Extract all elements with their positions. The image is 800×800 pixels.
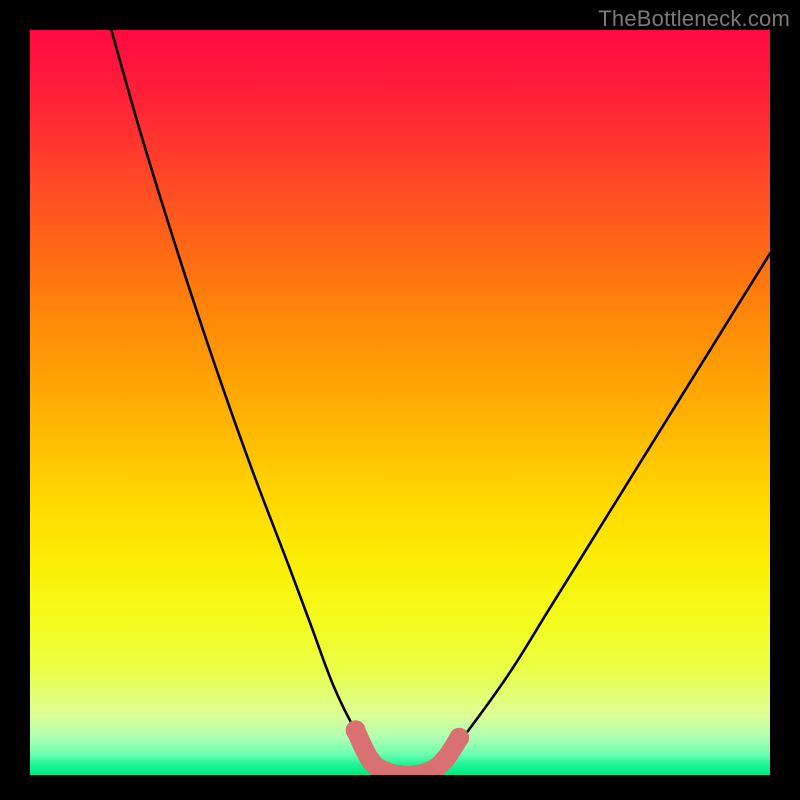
watermark-text: TheBottleneck.com <box>598 6 790 32</box>
optimal-zone-dot <box>434 750 454 770</box>
chart-stage: TheBottleneck.com <box>0 0 800 800</box>
optimal-zone-dot <box>346 720 366 740</box>
plot-area <box>30 30 770 775</box>
optimal-zone-dot <box>449 728 469 748</box>
bottleneck-curve <box>111 30 770 775</box>
curve-layer <box>30 30 770 775</box>
